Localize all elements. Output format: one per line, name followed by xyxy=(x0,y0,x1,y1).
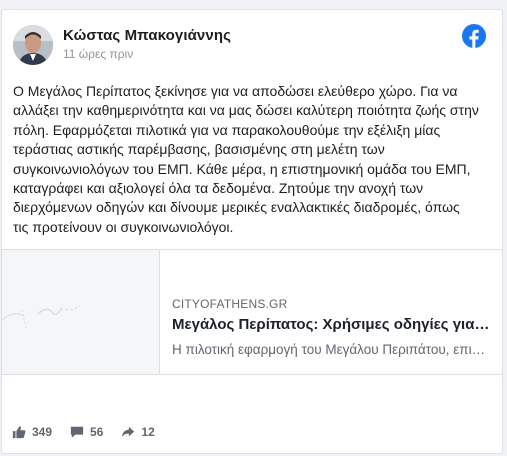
thumbs-up-icon xyxy=(12,426,26,439)
link-preview-thumbnail[interactable] xyxy=(2,250,160,374)
post-body-text: Ο Μεγάλος Περίπατος ξεκίνησε για να αποδ… xyxy=(13,83,479,235)
like-count: 349 xyxy=(32,425,53,439)
link-domain: CITYOFATHENS.GR xyxy=(172,297,288,311)
share-button[interactable]: 12 xyxy=(121,425,155,439)
comment-icon xyxy=(70,426,84,438)
post-stats-bar: 349 56 12 xyxy=(12,422,173,442)
author-avatar[interactable] xyxy=(13,25,53,65)
share-count: 12 xyxy=(141,425,155,439)
like-button[interactable]: 349 xyxy=(12,425,52,439)
share-arrow-icon xyxy=(122,426,135,438)
comment-count: 56 xyxy=(90,425,104,439)
comment-button[interactable]: 56 xyxy=(70,425,103,439)
link-title[interactable]: Μεγάλος Περίπατος: Χρήσιμες οδηγίες για … xyxy=(172,316,492,333)
link-description: Η πιλοτική εφαρμογή του Μεγάλου Περιπάτο… xyxy=(172,342,490,357)
post-timestamp[interactable]: 11 ώρες πριν xyxy=(63,47,133,61)
embedded-post-card: Κώστας Μπακογιάννης 11 ώρες πριν Ο Μεγάλ… xyxy=(1,9,503,454)
author-name[interactable]: Κώστας Μπακογιάννης xyxy=(63,27,231,44)
facebook-icon[interactable] xyxy=(462,24,486,48)
link-preview[interactable]: CITYOFATHENS.GR Μεγάλος Περίπατος: Χρήσι… xyxy=(2,249,502,375)
avatar-photo xyxy=(13,25,53,65)
